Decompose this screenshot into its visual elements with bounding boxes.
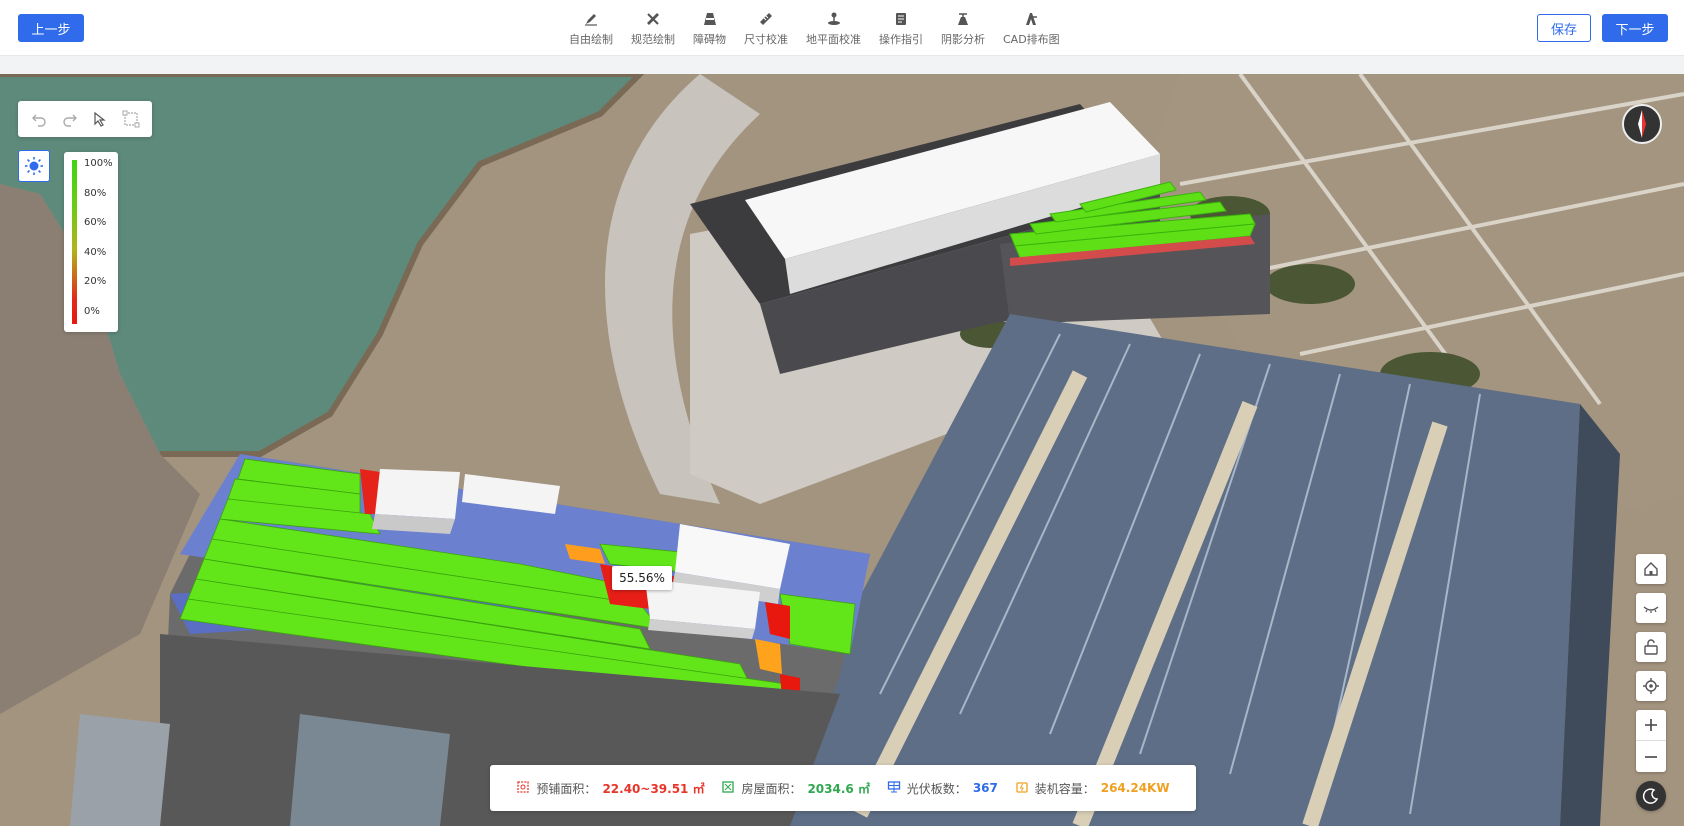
ruler-icon: [757, 10, 775, 28]
tool-free-draw[interactable]: 自由绘制: [560, 6, 622, 50]
stat-label: 装机容量：: [1034, 781, 1095, 796]
visibility-button[interactable]: [1636, 593, 1666, 623]
next-step-button[interactable]: 下一步: [1602, 14, 1668, 42]
stat-value: 22.40~39.51 ㎡: [602, 781, 705, 796]
home-button[interactable]: [1636, 554, 1666, 584]
guide-icon: [892, 10, 910, 28]
edit-tool-group: [18, 101, 152, 137]
stat-capacity: 装机容量： 264.24KW: [1015, 780, 1170, 797]
undo-icon[interactable]: [28, 108, 50, 130]
legend-label: 40%: [84, 247, 107, 258]
legend-label: 80%: [84, 188, 107, 199]
sun-icon: [24, 156, 44, 176]
stat-value: 264.24KW: [1100, 781, 1170, 795]
tool-cad-layout[interactable]: CAD排布图: [994, 6, 1069, 50]
tool-label: 阴影分析: [941, 33, 985, 46]
legend-gradient: [72, 160, 77, 324]
stat-roof-area: 房屋面积： 2034.6 ㎡: [721, 780, 870, 797]
tool-label: 地平面校准: [806, 33, 861, 46]
save-button[interactable]: 保存: [1537, 14, 1591, 42]
home-icon: [1642, 560, 1660, 578]
zoom-control: [1636, 710, 1666, 772]
night-mode-button[interactable]: [1636, 781, 1666, 811]
stat-label: 房屋面积：: [741, 781, 802, 796]
unlock-icon: [1642, 638, 1660, 656]
stats-bar: 预铺面积： 22.40~39.51 ㎡ 房屋面积： 2034.6 ㎡ 光伏板数：…: [490, 765, 1196, 811]
tool-guide[interactable]: 操作指引: [870, 6, 932, 50]
tool-label: 障碍物: [693, 33, 726, 46]
ground-level-icon: [825, 10, 843, 28]
zoom-in-icon[interactable]: [1636, 710, 1666, 741]
scene-render: [0, 74, 1684, 826]
tool-size-calibration[interactable]: 尺寸校准: [735, 6, 797, 50]
shadow-legend: 100% 80% 60% 40% 20% 0%: [64, 152, 118, 332]
tool-ground-calibration[interactable]: 地平面校准: [797, 6, 870, 50]
ruler-draw-icon: [644, 10, 662, 28]
legend-label: 60%: [84, 217, 107, 228]
3d-viewport[interactable]: 100% 80% 60% 40% 20% 0% 55.56%: [0, 74, 1684, 826]
tool-label: 尺寸校准: [744, 33, 788, 46]
moon-icon: [1642, 787, 1660, 805]
locate-button[interactable]: [1636, 671, 1666, 701]
tool-obstacle[interactable]: 障碍物: [684, 6, 735, 50]
sun-analysis-button[interactable]: [18, 150, 50, 182]
map-control-group: [1636, 554, 1668, 820]
area-icon: [516, 780, 530, 797]
stat-panel-count: 光伏板数： 367: [887, 780, 998, 797]
zoom-out-icon[interactable]: [1636, 741, 1666, 772]
stat-preset-area: 预铺面积： 22.40~39.51 ㎡: [516, 780, 705, 797]
shadow-analysis-icon: [954, 10, 972, 28]
select-arrow-icon[interactable]: [89, 108, 111, 130]
legend-label: 100%: [84, 158, 113, 169]
locate-icon: [1642, 677, 1660, 695]
legend-label: 0%: [84, 306, 100, 317]
top-toolbar: 上一步 自由绘制 规范绘制 障碍物 尺寸校准 地平面校准 操作指引 阴影分析 C…: [0, 0, 1684, 56]
obstacle-icon: [701, 10, 719, 28]
tool-group: 自由绘制 规范绘制 障碍物 尺寸校准 地平面校准 操作指引 阴影分析 CAD排布…: [560, 6, 1069, 50]
compass-icon[interactable]: [1622, 104, 1662, 144]
cad-layout-icon: [1022, 10, 1040, 28]
capacity-icon: [1015, 780, 1029, 797]
legend-label: 20%: [84, 276, 107, 287]
prev-step-button[interactable]: 上一步: [18, 14, 84, 42]
box-select-icon[interactable]: [120, 108, 142, 130]
tool-shadow-analysis[interactable]: 阴影分析: [932, 6, 994, 50]
pen-icon: [582, 10, 600, 28]
stat-label: 预铺面积：: [536, 781, 597, 796]
stat-label: 光伏板数：: [906, 781, 967, 796]
stat-value: 367: [972, 781, 998, 795]
roof-area-icon: [721, 780, 735, 797]
tool-label: 规范绘制: [631, 33, 675, 46]
eye-closed-icon: [1642, 599, 1660, 617]
tool-label: 操作指引: [879, 33, 923, 46]
solar-panel-icon: [887, 780, 901, 797]
lock-button[interactable]: [1636, 632, 1666, 662]
stat-value: 2034.6 ㎡: [807, 781, 870, 796]
tool-label: 自由绘制: [569, 33, 613, 46]
tool-standard-draw[interactable]: 规范绘制: [622, 6, 684, 50]
tool-label: CAD排布图: [1003, 33, 1060, 46]
redo-icon[interactable]: [59, 108, 81, 130]
efficiency-tooltip: 55.56%: [612, 566, 672, 590]
